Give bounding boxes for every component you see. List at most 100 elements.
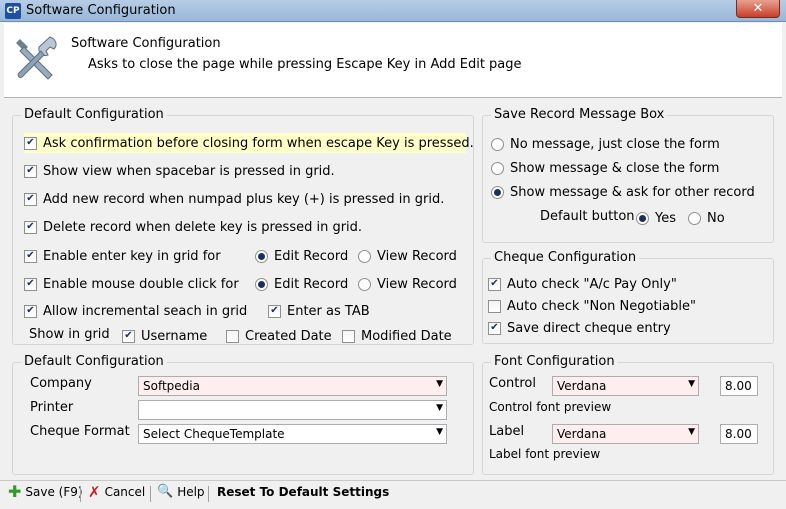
radio[interactable]: [491, 137, 504, 151]
control-font-select[interactable]: Verdana ▼: [552, 376, 699, 396]
cross-icon: ✗: [88, 483, 101, 501]
default-no-radio[interactable]: No: [688, 208, 725, 228]
radio[interactable]: [688, 211, 701, 225]
mouse-double-click-option[interactable]: ✔ Enable mouse double click for: [24, 274, 239, 294]
group-title: Cheque Configuration: [491, 250, 640, 265]
dropdown-arrow-icon: ▼: [436, 427, 443, 437]
default-button-label: Default button: [540, 209, 635, 224]
company-select[interactable]: Softpedia ▼: [138, 376, 447, 396]
checkbox[interactable]: [226, 329, 239, 343]
toolbar-separator: [80, 486, 81, 502]
dropdown-arrow-icon: ▼: [688, 379, 695, 389]
radio-label: Yes: [655, 210, 676, 226]
checkbox[interactable]: ✔: [24, 277, 37, 291]
radio[interactable]: [358, 277, 371, 291]
close-button[interactable]: ✕: [736, 0, 780, 18]
radio-label: Edit Record: [274, 248, 349, 264]
radio[interactable]: [358, 249, 371, 263]
option-label: Enter as TAB: [287, 303, 370, 319]
grid-username-option[interactable]: ✔ Username: [122, 326, 207, 346]
incremental-search-option[interactable]: ✔ Allow incremental seach in grid: [24, 301, 247, 321]
checkbox[interactable]: ✔: [268, 304, 281, 318]
show-close-radio[interactable]: Show message & close the form: [491, 158, 719, 178]
enter-edit-record-radio[interactable]: Edit Record: [255, 246, 348, 266]
company-value: Softpedia: [143, 379, 200, 393]
ac-pay-only-option[interactable]: ✔ Auto check "A/c Pay Only": [488, 274, 677, 294]
radio-label: View Record: [377, 276, 457, 292]
dropdown-arrow-icon: ▼: [436, 403, 443, 413]
save-button[interactable]: ✚ Save (F9): [8, 482, 83, 501]
tools-icon: [16, 36, 57, 80]
window-title: Software Configuration: [26, 3, 176, 18]
default-yes-radio[interactable]: Yes: [636, 208, 676, 228]
option-label: Allow incremental seach in grid: [43, 303, 248, 319]
numpad-add-option[interactable]: ✔ Add new record when numpad plus key (+…: [24, 189, 444, 209]
label-font-value: Verdana: [557, 427, 607, 441]
checkbox[interactable]: ✔: [24, 220, 37, 234]
radio-label: View Record: [377, 248, 457, 264]
mouse-view-record-radio[interactable]: View Record: [358, 274, 457, 294]
option-label: Created Date: [245, 328, 332, 344]
group-title: Save Record Message Box: [491, 107, 668, 122]
non-negotiable-option[interactable]: Auto check "Non Negotiable": [488, 296, 696, 316]
checkbox[interactable]: ✔: [24, 304, 37, 318]
group-title: Font Configuration: [491, 354, 618, 369]
show-in-grid-label: Show in grid: [29, 327, 110, 342]
option-label: Auto check "Non Negotiable": [507, 298, 696, 314]
control-font-preview: Control font preview: [489, 400, 612, 414]
checkbox[interactable]: ✔: [24, 192, 37, 206]
save-label: Save (F9): [25, 485, 83, 499]
help-button[interactable]: 🔍 Help: [157, 484, 205, 500]
label-font-size[interactable]: 8.00: [720, 424, 758, 444]
checkbox[interactable]: [342, 329, 355, 343]
checkbox[interactable]: ✔: [24, 249, 37, 263]
checkbox[interactable]: ✔: [488, 321, 501, 335]
enter-view-record-radio[interactable]: View Record: [358, 246, 457, 266]
radio[interactable]: [491, 161, 504, 175]
option-label: Save direct cheque entry: [507, 320, 671, 336]
printer-label: Printer: [30, 400, 74, 415]
header-title: Software Configuration: [71, 36, 221, 51]
spacebar-view-option[interactable]: ✔ Show view when spacebar is pressed in …: [24, 161, 335, 181]
radio-label: Show message & close the form: [510, 160, 720, 176]
dropdown-arrow-icon: ▼: [688, 427, 695, 437]
label-font-preview: Label font preview: [489, 447, 601, 461]
radio[interactable]: [255, 249, 268, 263]
direct-cheque-entry-option[interactable]: ✔ Save direct cheque entry: [488, 318, 671, 338]
printer-select[interactable]: ▼: [138, 400, 447, 420]
radio[interactable]: [636, 211, 649, 225]
label-font-select[interactable]: Verdana ▼: [552, 424, 699, 444]
help-icon: 🔍: [157, 484, 174, 499]
grid-created-date-option[interactable]: Created Date: [226, 326, 332, 346]
enter-as-tab-option[interactable]: ✔ Enter as TAB: [268, 301, 370, 321]
enter-key-option[interactable]: ✔ Enable enter key in grid for: [24, 246, 221, 266]
control-font-label: Control: [489, 376, 536, 391]
radio-label: No message, just close the form: [510, 136, 720, 152]
checkbox[interactable]: [488, 299, 501, 313]
reset-defaults-button[interactable]: Reset To Default Settings: [217, 485, 389, 499]
company-label: Company: [30, 376, 92, 391]
app-icon: CP: [5, 3, 21, 19]
no-message-radio[interactable]: No message, just close the form: [491, 134, 720, 154]
label-font-label: Label: [489, 424, 525, 439]
checkbox[interactable]: ✔: [488, 277, 501, 291]
cheque-format-select[interactable]: Select ChequeTemplate ▼: [138, 424, 447, 444]
control-font-size[interactable]: 8.00: [720, 376, 758, 396]
bottom-toolbar: ✚ Save (F9) ✗ Cancel 🔍 Help Reset To Def…: [0, 480, 786, 509]
title-bar: CP Software Configuration ✕: [0, 0, 786, 22]
delete-key-option[interactable]: ✔ Delete record when delete key is press…: [24, 217, 362, 237]
toolbar-separator: [208, 486, 209, 502]
checkbox[interactable]: ✔: [24, 136, 37, 150]
cancel-button[interactable]: ✗ Cancel: [88, 483, 145, 501]
show-ask-radio[interactable]: Show message & ask for other record: [491, 182, 755, 202]
radio-label: Edit Record: [274, 276, 349, 292]
radio[interactable]: [491, 185, 504, 199]
plus-icon: ✚: [8, 482, 22, 501]
radio[interactable]: [255, 277, 268, 291]
help-label: Help: [177, 485, 205, 499]
escape-confirm-option[interactable]: ✔ Ask confirmation before closing form w…: [24, 133, 474, 153]
mouse-edit-record-radio[interactable]: Edit Record: [255, 274, 348, 294]
grid-modified-date-option[interactable]: Modified Date: [342, 326, 452, 346]
checkbox[interactable]: ✔: [122, 329, 135, 343]
checkbox[interactable]: ✔: [24, 164, 37, 178]
